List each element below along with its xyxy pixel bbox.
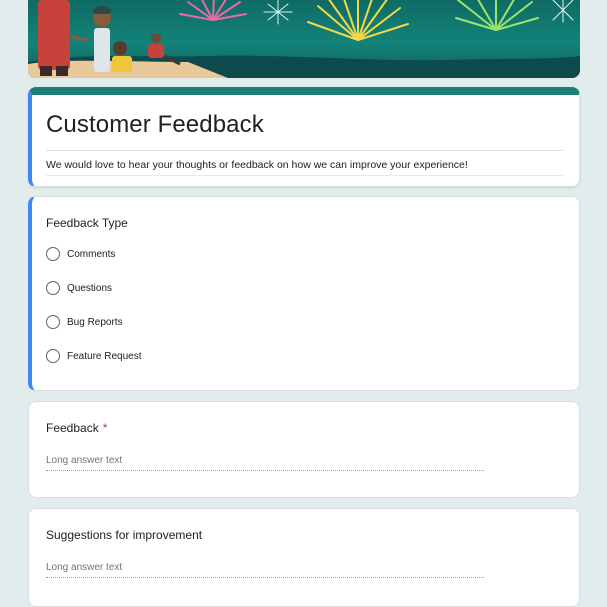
question-card-suggestions[interactable]: Suggestions for improvement Long answer …	[28, 508, 580, 607]
person-sitting-figure	[113, 41, 127, 55]
radio-button[interactable]	[46, 315, 60, 329]
answer-underline	[46, 470, 484, 471]
question-label: Feedback *	[46, 421, 107, 435]
form-description[interactable]: We would love to hear your thoughts or f…	[46, 159, 468, 171]
description-underline	[46, 175, 563, 176]
radio-option-comments[interactable]: Comments	[46, 246, 115, 262]
fireworks-banner-art	[28, 0, 580, 78]
question-label: Feedback Type	[46, 216, 128, 230]
radio-button[interactable]	[46, 247, 60, 261]
radio-option-label: Questions	[67, 282, 113, 294]
firework-green	[455, 0, 539, 31]
firework-white-small	[263, 0, 293, 25]
required-asterisk: *	[102, 421, 108, 435]
question-label: Suggestions for improvement	[46, 528, 203, 542]
person-adult-figure	[38, 0, 70, 70]
firework-pink	[179, 0, 247, 21]
form-editor-page: Customer Feedback We would love to hear …	[0, 0, 607, 607]
form-title-card[interactable]: Customer Feedback We would love to hear …	[28, 87, 580, 187]
radio-option-feature-request[interactable]: Feature Request	[46, 348, 142, 364]
radio-button[interactable]	[46, 349, 60, 363]
answer-underline	[46, 577, 484, 578]
radio-button[interactable]	[46, 281, 60, 295]
title-underline	[46, 150, 563, 151]
long-answer-placeholder: Long answer text	[46, 455, 123, 466]
radio-option-bug-reports[interactable]: Bug Reports	[46, 314, 123, 330]
question-label-text: Feedback	[46, 421, 99, 435]
header-banner-image	[28, 0, 580, 78]
question-card-feedback[interactable]: Feedback * Long answer text	[28, 401, 580, 498]
long-answer-placeholder: Long answer text	[46, 562, 123, 573]
radio-option-label: Feature Request	[67, 350, 142, 362]
radio-option-label: Bug Reports	[67, 316, 123, 328]
radio-option-questions[interactable]: Questions	[46, 280, 112, 296]
person-reclining-figure	[151, 33, 161, 43]
question-card-feedback-type[interactable]: Feedback Type Comments Questions Bug Rep…	[28, 196, 580, 391]
radio-option-label: Comments	[67, 248, 116, 260]
form-title[interactable]: Customer Feedback	[46, 111, 264, 139]
firework-white-right	[552, 0, 574, 23]
firework-yellow-large	[307, 0, 409, 41]
